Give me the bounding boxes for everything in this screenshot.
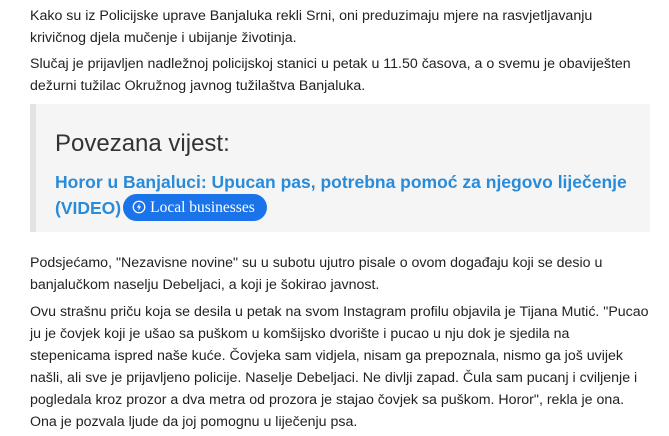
article-paragraph-1: Kako su iz Policijske uprave Banjaluka r…: [30, 8, 593, 46]
lightning-circle-icon: [132, 200, 146, 214]
article-paragraph-4: Ovu strašnu priču koja se desila u petak…: [30, 304, 649, 408]
article-paragraph-5: Ona je pozvala ljude da joj pomognu u li…: [30, 414, 358, 430]
related-news-heading: Povezana vijest:: [55, 130, 230, 157]
article-paragraph-2: Slučaj je prijavljen nadležnoj policijsk…: [30, 56, 631, 94]
local-businesses-label[interactable]: Local businesses: [150, 199, 255, 216]
related-news-box: Povezana vijest: Horor u Banjaluci: Upuc…: [30, 104, 650, 232]
related-news-link[interactable]: Horor u Banjaluci: Upucan pas, potrebna …: [55, 169, 645, 221]
local-businesses-badge[interactable]: Local businesses: [123, 193, 267, 221]
article-paragraph-3: Podsjećamo, "Nezavisne novine" su u subo…: [30, 255, 603, 293]
